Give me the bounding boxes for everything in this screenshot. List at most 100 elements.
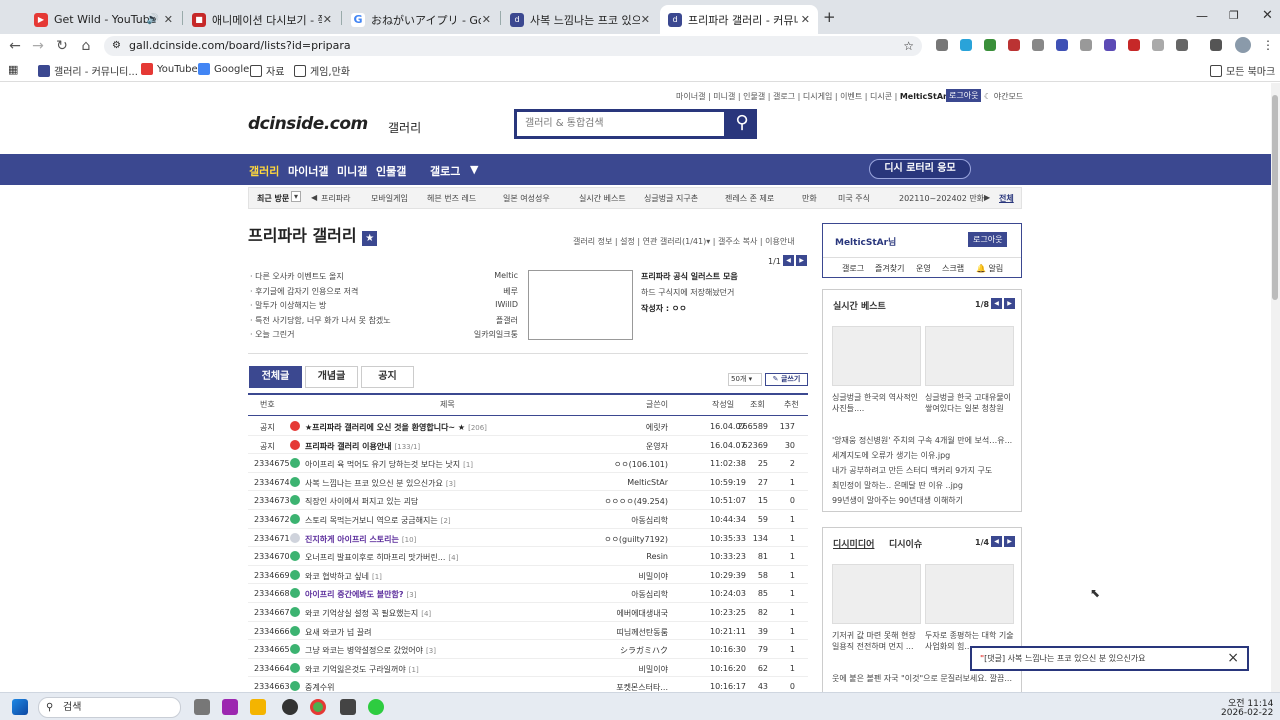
tab-recommended[interactable]: 개념글 bbox=[305, 366, 358, 388]
lottery-button[interactable]: 디시 로터리 응모 bbox=[869, 159, 971, 179]
post-title[interactable]: 아이프리 중간에봐도 볼만함? [3] bbox=[305, 589, 416, 600]
gallery-menu-item[interactable]: 갤러리 정보 bbox=[573, 237, 612, 246]
comment-count[interactable]: [4] bbox=[448, 554, 458, 562]
best-prev-button[interactable]: ◀ bbox=[991, 298, 1002, 309]
featured-image[interactable] bbox=[528, 270, 633, 340]
sidebar-link[interactable]: 🔔 알림 bbox=[976, 263, 1003, 274]
scrollbar-thumb[interactable] bbox=[1272, 95, 1278, 300]
per-page-select[interactable]: 50개 ▾ bbox=[728, 373, 762, 386]
prev-page-button[interactable]: ◀ bbox=[783, 255, 794, 266]
apps-icon[interactable]: ▦ bbox=[8, 63, 18, 76]
media-thumb[interactable] bbox=[832, 564, 921, 624]
top-link[interactable]: 미니갤 bbox=[713, 92, 735, 101]
tab-anime[interactable]: ■ 애니메이션 다시보기 - 쭉쭉티비 ✕ bbox=[184, 5, 340, 34]
comment-count[interactable]: [133/1] bbox=[395, 443, 421, 451]
close-tab-icon[interactable]: ✕ bbox=[641, 13, 650, 26]
table-row[interactable]: 2334674 사복 느낌나는 프코 있으신 분 있으신가요 [3] MelticSt… bbox=[248, 473, 808, 492]
tab-dc-post[interactable]: d 사복 느낌나는 프코 있으신 분 ✕ bbox=[502, 5, 658, 34]
media-next-button[interactable]: ▶ bbox=[1004, 536, 1015, 547]
bookmark-folder[interactable]: 자료 bbox=[250, 63, 284, 78]
write-button[interactable]: ✎ 글쓰기 bbox=[765, 373, 808, 386]
media-prev-button[interactable]: ◀ bbox=[991, 536, 1002, 547]
close-tab-icon[interactable]: ✕ bbox=[323, 13, 332, 26]
next-page-button[interactable]: ▶ bbox=[796, 255, 807, 266]
media-list-item[interactable]: 웃에 붙은 볼펜 자국 "이것"으로 문질러보세요. 깔끔... bbox=[832, 673, 1014, 684]
nav-minor-gallery[interactable]: 마이너갤 bbox=[288, 163, 328, 179]
sidebar-link[interactable]: 즐겨찾기 bbox=[875, 263, 904, 274]
best-list-item[interactable]: '앙재웅 정신병원' 주치의 구속 4개월 만에 보석…유... bbox=[832, 435, 1014, 446]
gallery-menu-item[interactable]: 이용안내 bbox=[765, 237, 794, 246]
gallery-menu-item[interactable]: 설정 bbox=[620, 237, 635, 246]
extension-icon[interactable] bbox=[936, 39, 948, 51]
table-row[interactable]: 2334672 스토리 목먹는거보니 역으로 궁금해지는 [2] 아동심리학 10:44… bbox=[248, 510, 808, 529]
recent-item[interactable]: 실시간 베스트 bbox=[579, 193, 626, 204]
tab-youtube[interactable]: ▶ Get Wild - YouTube 🔊 ✕ bbox=[26, 5, 181, 34]
top-link[interactable]: 갤로그 bbox=[773, 92, 795, 101]
sidebar-link[interactable]: 갤로그 bbox=[842, 263, 864, 274]
post-writer[interactable]: Resin bbox=[646, 552, 668, 561]
logout-button[interactable]: 로그아웃 bbox=[946, 89, 982, 102]
table-row[interactable]: 2334669 와코 협박하고 싶네 [1] 비밀이야 10:29:39 58 1 bbox=[248, 566, 808, 585]
bookmark-folder[interactable]: 게임,만화 bbox=[294, 63, 350, 78]
post-title[interactable]: 그냥 와코는 병약설정으로 갔었어야 [3] bbox=[305, 645, 436, 656]
post-title[interactable]: ★프리파라 갤러리에 오신 것을 환영합니다~ ★ [206] bbox=[305, 422, 487, 433]
comment-count[interactable]: [1] bbox=[409, 666, 419, 674]
post-writer[interactable]: シラガミハク bbox=[620, 645, 668, 656]
recent-item[interactable]: 만화 bbox=[802, 193, 817, 204]
best-title[interactable]: 실시간 베스트 bbox=[833, 299, 886, 312]
extension-icon[interactable] bbox=[1032, 39, 1044, 51]
nav-gallog[interactable]: 갤로그 bbox=[430, 163, 460, 179]
post-title[interactable]: 요새 와코가 넘 끌려 bbox=[305, 627, 375, 638]
notice-item[interactable]: · 다른 오사카 이벤트도 올지 bbox=[250, 271, 344, 282]
notice-item[interactable]: · 오늘 그린거 bbox=[250, 329, 294, 340]
post-writer[interactable]: ㅇㅇㅇㅇ(49.254) bbox=[604, 496, 668, 507]
night-mode-toggle[interactable]: ☾ 야간모드 bbox=[984, 91, 1023, 102]
notice-item[interactable]: · 말투가 이상해지는 방 bbox=[250, 300, 326, 311]
search-input[interactable]: 갤러리 & 통합검색 bbox=[514, 109, 727, 139]
media-thumb-caption[interactable]: 기저귀 값 마련 못해 현장 일용직 전전하며 먼지 ... bbox=[832, 630, 921, 652]
table-row[interactable]: 2334665 그냥 와코는 병약설정으로 갔었어야 [3] シラガミハク 10:16:… bbox=[248, 640, 808, 659]
recent-next-icon[interactable]: ▶ bbox=[984, 193, 990, 202]
post-title[interactable]: 사복 느낌나는 프코 있으신 분 있으신가요 [3] bbox=[305, 478, 456, 489]
close-tab-icon[interactable]: ✕ bbox=[164, 13, 173, 26]
best-next-button[interactable]: ▶ bbox=[1004, 298, 1015, 309]
puzzle-icon[interactable] bbox=[1176, 39, 1188, 51]
tab-dc-gallery[interactable]: d 프리파라 갤러리 - 커뮤니티 포털 ✕ bbox=[660, 5, 818, 34]
table-row[interactable]: 공지 프리파라 갤러리 이용안내 [133/1] 운영자 16.04.07 62369 30 bbox=[248, 436, 808, 455]
gallery-menu-item[interactable]: 갤주소 복사 bbox=[718, 237, 757, 246]
extension-icon[interactable] bbox=[984, 39, 996, 51]
extension-icon[interactable] bbox=[1104, 39, 1116, 51]
best-list-item[interactable]: 세계지도에 오류가 생기는 이유.jpg bbox=[832, 450, 950, 461]
best-thumb[interactable] bbox=[832, 326, 921, 386]
media-thumb[interactable] bbox=[925, 564, 1014, 624]
clock-date[interactable]: 2026-02-22 bbox=[1221, 708, 1273, 718]
top-link[interactable]: 디시콘 bbox=[870, 92, 892, 101]
extension-icon[interactable] bbox=[960, 39, 972, 51]
bookmark-item[interactable]: 갤러리 - 커뮤니티... bbox=[38, 63, 138, 78]
post-writer[interactable]: 아동심리학 bbox=[631, 589, 668, 600]
recent-prev-icon[interactable]: ◀ bbox=[311, 193, 317, 202]
forward-icon[interactable]: → bbox=[28, 36, 48, 56]
task-view-icon[interactable] bbox=[194, 699, 210, 715]
sidebar-link[interactable]: 운영 bbox=[916, 263, 931, 274]
post-title[interactable]: 와코 기억잃은것도 구라일꺼야 [1] bbox=[305, 664, 419, 675]
comment-count[interactable]: [206] bbox=[468, 424, 487, 432]
post-writer[interactable]: MelticStAr bbox=[627, 478, 668, 487]
table-row[interactable]: 2334663 중계수위 포켓몬스터타... 10:16:17 43 0 bbox=[248, 677, 808, 692]
more-menu-icon[interactable]: ⋮ bbox=[1262, 38, 1274, 52]
post-title[interactable]: 와코 협박하고 싶네 [1] bbox=[305, 571, 382, 582]
best-thumb[interactable] bbox=[925, 326, 1014, 386]
recent-dropdown-icon[interactable]: ▾ bbox=[291, 191, 302, 202]
recent-item[interactable]: 프리파라 bbox=[321, 193, 350, 204]
extension-icon[interactable] bbox=[1128, 39, 1140, 51]
top-link[interactable]: 마이너갤 bbox=[676, 92, 705, 101]
sidebar-link[interactable]: 스크랩 bbox=[942, 263, 964, 274]
top-link[interactable]: 인물갤 bbox=[743, 92, 765, 101]
url-input[interactable]: ⚙ gall.dcinside.com/board/lists?id=pripa… bbox=[104, 36, 922, 56]
post-title[interactable]: 아이프리 육 먹어도 유기 당하는것 보다는 낫지 [1] bbox=[305, 459, 473, 470]
chrome-icon[interactable] bbox=[310, 699, 326, 715]
menu-icon[interactable] bbox=[1210, 39, 1222, 51]
tab-google[interactable]: G おねがいアイプリ - Google 検索 ✕ bbox=[343, 5, 499, 34]
close-tab-icon[interactable]: ✕ bbox=[801, 13, 810, 26]
bookmark-item[interactable]: Google bbox=[198, 63, 249, 75]
